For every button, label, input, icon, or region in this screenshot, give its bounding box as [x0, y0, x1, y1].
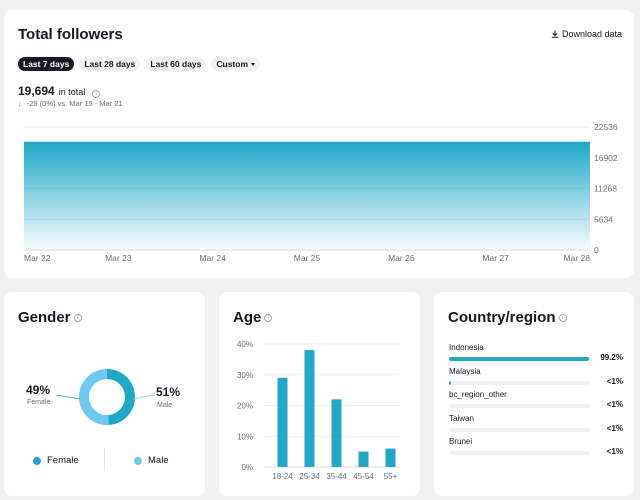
x-tick-label: Mar 25 — [294, 253, 321, 263]
country-bar-track — [449, 357, 590, 361]
age-bar-25-34 — [304, 350, 315, 467]
age-bar-35-44 — [331, 399, 342, 467]
x-tick-label: 45-54 — [353, 472, 374, 481]
donut-slice-female — [106, 369, 135, 425]
info-icon[interactable]: i — [558, 314, 567, 323]
y-tick-label: 30% — [237, 371, 253, 380]
followers-area-chart: 22536 16902 11268 5634 0 Mar 22 Mar 23 Mar 24 Ma… — [24, 122, 618, 263]
country-name: Taiwan — [449, 413, 474, 423]
country-row: bc_region_other <1% — [449, 390, 623, 409]
male-leader-line — [132, 394, 155, 400]
legend-male-label: Male — [148, 455, 169, 466]
country-percent: <1% — [606, 423, 623, 433]
y-tick-label: 0 — [594, 245, 599, 255]
country-name: Indonesia — [449, 343, 484, 352]
country-percent: <1% — [606, 447, 623, 456]
x-tick-label: Mar 28 — [564, 253, 591, 263]
gender-card: Gender i 49% Female 51% Male Female Male — [4, 292, 205, 496]
y-tick-label: 40% — [237, 340, 253, 349]
female-label: Female — [27, 399, 51, 406]
legend-divider — [104, 448, 105, 470]
x-tick-label: Mar 23 — [105, 253, 132, 263]
country-row: Brunei <1% — [449, 437, 623, 456]
country-name: bc_region_other — [449, 390, 507, 399]
y-tick-label: 10% — [237, 432, 253, 441]
country-bar-track — [449, 427, 590, 432]
country-bar-track — [449, 380, 590, 385]
total-followers-card: Total followers Download data Last 7 day… — [4, 10, 634, 278]
legend-male: Male — [134, 455, 169, 466]
donut-slice-male — [79, 369, 109, 425]
legend-female: Female — [33, 455, 79, 466]
age-bar-18-24 — [277, 377, 288, 467]
country-name: Malaysia — [449, 366, 481, 376]
age-bar-55+ — [385, 448, 396, 467]
y-tick-label: 20% — [237, 402, 253, 411]
y-tick-label: 0% — [241, 463, 253, 472]
country-row: Malaysia <1% — [449, 366, 623, 386]
age-bar-45-54 — [358, 451, 369, 467]
y-tick-label: 22536 — [594, 122, 618, 132]
country-bar-track — [449, 451, 590, 455]
country-name: Brunei — [449, 437, 473, 446]
female-percent: 49% — [26, 383, 51, 397]
legend-female-label: Female — [47, 455, 79, 466]
followers-area — [24, 142, 590, 250]
country-title: Country/region i — [448, 309, 567, 326]
x-tick-label: 18-24 — [272, 472, 293, 481]
country-percent: <1% — [606, 376, 623, 386]
country-percent: 99.2% — [600, 353, 623, 362]
male-percent: 51% — [156, 385, 181, 399]
x-tick-label: Mar 24 — [199, 253, 226, 263]
y-tick-label: 5634 — [594, 214, 613, 224]
male-dot-icon — [134, 456, 142, 465]
country-bar-track — [449, 404, 590, 408]
age-bar-chart: 40% 30% 20% 10% 0% 18-24 25-34 35-44 45-54 55+ — [237, 340, 399, 481]
country-row: Indonesia 99.2% — [449, 343, 623, 362]
female-dot-icon — [33, 456, 41, 465]
country-title-text: Country/region — [448, 309, 556, 326]
x-tick-label: 25-34 — [299, 472, 320, 481]
x-tick-label: Mar 22 — [24, 253, 51, 263]
x-tick-label: 35-44 — [326, 472, 347, 481]
y-tick-label: 16902 — [594, 153, 618, 163]
age-card: Age i 40% 30% 20% 10% 0% 18-24 25-34 35-44 45-54 5… — [219, 292, 420, 496]
x-tick-label: Mar 27 — [482, 253, 509, 263]
country-bar-fill — [449, 357, 589, 361]
male-label: Male — [157, 402, 173, 409]
x-tick-label: 55+ — [384, 472, 398, 481]
country-card: Country/region i Indonesia 99.2% Malaysia <1… — [434, 292, 634, 496]
country-bar-fill — [449, 380, 452, 385]
y-tick-label: 11268 — [594, 184, 617, 194]
female-leader-line — [55, 394, 81, 400]
country-row: Taiwan <1% — [449, 413, 623, 433]
x-tick-label: Mar 26 — [388, 253, 415, 263]
country-percent: <1% — [606, 400, 623, 409]
